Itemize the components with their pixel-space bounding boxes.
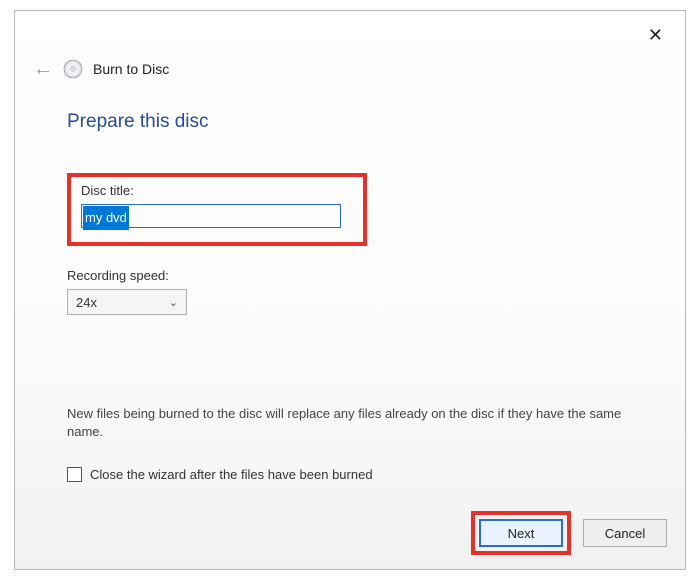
close-icon[interactable]: ✕ (640, 21, 671, 50)
disc-title-value: my dvd (83, 206, 129, 230)
wizard-footer: Next Cancel (471, 511, 667, 555)
disc-title-highlight: Disc title: my dvd (67, 173, 367, 246)
burn-to-disc-wizard-window: ✕ ← Burn to Disc Prepare this disc Disc … (14, 10, 686, 570)
close-wizard-checkbox[interactable] (67, 467, 82, 482)
cancel-button[interactable]: Cancel (583, 519, 667, 547)
chevron-down-icon: ⌄ (169, 296, 178, 309)
page-heading: Prepare this disc (67, 111, 645, 133)
disc-title-label: Disc title: (81, 183, 353, 198)
close-wizard-checkbox-row[interactable]: Close the wizard after the files have be… (67, 467, 645, 482)
disc-icon (63, 59, 83, 79)
next-button[interactable]: Next (479, 519, 563, 547)
recording-speed-label: Recording speed: (67, 268, 645, 283)
wizard-header: ← Burn to Disc (33, 59, 169, 79)
next-button-highlight: Next (471, 511, 571, 555)
replace-files-note: New files being burned to the disc will … (67, 405, 627, 441)
wizard-content: Prepare this disc Disc title: my dvd Rec… (67, 111, 645, 482)
window-title: Burn to Disc (93, 61, 169, 77)
disc-title-input[interactable]: my dvd (81, 204, 341, 228)
recording-speed-select[interactable]: 24x ⌄ (67, 289, 187, 315)
back-arrow-icon[interactable]: ← (33, 59, 53, 79)
close-wizard-checkbox-label: Close the wizard after the files have be… (90, 467, 373, 482)
recording-speed-value: 24x (76, 295, 97, 310)
